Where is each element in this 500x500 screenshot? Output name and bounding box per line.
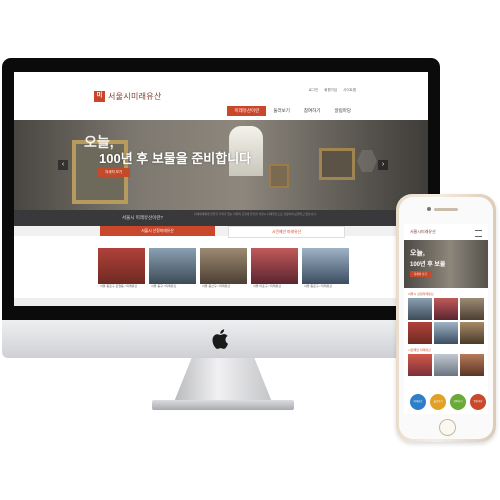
mobile-hero-title1: 오늘, bbox=[410, 250, 425, 257]
join-link[interactable]: 회원가입 bbox=[324, 88, 337, 92]
mobile-section-title: 시민제안 미래유산 bbox=[408, 348, 431, 352]
mobile-card-row bbox=[408, 298, 484, 320]
nav-item-participate[interactable]: 참여하기 bbox=[297, 106, 328, 116]
imac-base bbox=[152, 400, 294, 410]
slider-pagination bbox=[214, 200, 229, 210]
mobile-card[interactable] bbox=[460, 354, 484, 376]
nav-item-notice[interactable]: 알림마당 bbox=[327, 106, 358, 116]
tab-selected-heritage[interactable]: 서울시 선정미래유산 bbox=[100, 226, 215, 236]
nav-item-browse[interactable]: 둘러보기 bbox=[266, 106, 297, 116]
mobile-header: 서울시미래유산 bbox=[404, 224, 488, 241]
footer-band bbox=[14, 298, 428, 306]
iphone-front: 서울시미래유산 오늘, 100년 후 보물 자세히 보기 서울시 선정미래유산 … bbox=[399, 197, 493, 439]
speaker-grille bbox=[434, 208, 458, 211]
heritage-card[interactable]: 서울 종로구 / 미래유산 bbox=[302, 248, 349, 296]
mobile-card[interactable] bbox=[434, 354, 458, 376]
imac-stand bbox=[174, 358, 272, 402]
login-link[interactable]: 로그인 bbox=[309, 88, 319, 92]
mobile-card-row bbox=[408, 354, 484, 376]
mobile-card[interactable] bbox=[434, 322, 458, 344]
card-image bbox=[302, 248, 349, 284]
card-image bbox=[98, 248, 145, 284]
nav-item-about[interactable]: 미래유산이란 bbox=[227, 106, 267, 116]
iphone-screen: 서울시미래유산 오늘, 100년 후 보물 자세히 보기 서울시 선정미래유산 … bbox=[404, 224, 488, 414]
mobile-card[interactable] bbox=[408, 298, 432, 320]
card-image bbox=[200, 248, 247, 284]
tab-bar: 서울시 선정미래유산 시민제안 미래유산 bbox=[14, 226, 428, 238]
mobile-card[interactable] bbox=[460, 298, 484, 320]
imac-mockup: 미 서울시미래유산 로그인 회원가입 사이트맵 미래유산이란 둘러보기 참여하기… bbox=[2, 58, 440, 414]
card-caption: 서울 마포구 / 미래유산 bbox=[253, 284, 282, 288]
hero-picture-frame bbox=[319, 148, 355, 180]
hero-picture-frame bbox=[269, 164, 289, 188]
info-body: 미래세대에게 전달할 가치가 있는 서울의 근현대 유산을 서울시 미래유산으로… bbox=[194, 212, 317, 216]
mobile-card[interactable] bbox=[408, 322, 432, 344]
imac-screen: 미 서울시미래유산 로그인 회원가입 사이트맵 미래유산이란 둘러보기 참여하기… bbox=[14, 72, 428, 306]
mobile-logo[interactable]: 서울시미래유산 bbox=[410, 229, 436, 235]
hamburger-menu-icon[interactable] bbox=[475, 230, 482, 237]
imac-bezel: 미 서울시미래유산 로그인 회원가입 사이트맵 미래유산이란 둘러보기 참여하기… bbox=[2, 58, 440, 320]
card-image bbox=[251, 248, 298, 284]
hero-more-button[interactable]: 자세히 보기 bbox=[97, 168, 131, 177]
card-caption: 서울 용산구 / 미래유산 bbox=[202, 284, 231, 288]
mobile-quick-menu: 미래유산 둘러보기 참여하기 알림마당 bbox=[410, 394, 486, 410]
hero-title-line2: 100년 후 보물을 준비합니다 bbox=[99, 151, 252, 166]
quick-menu-participate[interactable]: 참여하기 bbox=[450, 394, 466, 410]
mobile-hero-title2: 100년 후 보물 bbox=[410, 262, 446, 268]
quick-menu-heritage[interactable]: 미래유산 bbox=[410, 394, 426, 410]
info-strip: 서울시 미래유산이란? 미래세대에게 전달할 가치가 있는 서울의 근현대 유산… bbox=[14, 210, 428, 226]
site-header: 미 서울시미래유산 로그인 회원가입 사이트맵 미래유산이란 둘러보기 참여하기… bbox=[14, 72, 428, 120]
heritage-card-list: 서울 종로구 관철동 / 미래유산 서울 중구 / 미래유산 서울 용산구 / … bbox=[98, 248, 349, 296]
hero-slider: 오늘, 100년 후 보물을 준비합니다 자세히 보기 ‹ › bbox=[14, 120, 428, 210]
mobile-card[interactable] bbox=[434, 298, 458, 320]
sitemap-link[interactable]: 사이트맵 bbox=[343, 88, 356, 92]
heritage-card[interactable]: 서울 중구 / 미래유산 bbox=[149, 248, 196, 296]
hero-hexagon-decoration bbox=[357, 150, 377, 172]
mobile-card[interactable] bbox=[408, 354, 432, 376]
mobile-card[interactable] bbox=[460, 322, 484, 344]
heritage-card[interactable]: 서울 마포구 / 미래유산 bbox=[251, 248, 298, 296]
info-lead: 서울시 미래유산이란? bbox=[122, 215, 164, 220]
card-caption: 서울 중구 / 미래유산 bbox=[151, 284, 177, 288]
logo-icon[interactable]: 미 bbox=[94, 91, 105, 102]
home-button[interactable] bbox=[439, 419, 456, 436]
mobile-hero-button[interactable]: 자세히 보기 bbox=[410, 271, 431, 277]
tab-citizen-heritage[interactable]: 시민제안 미래유산 bbox=[228, 226, 345, 238]
card-image bbox=[149, 248, 196, 284]
quick-menu-browse[interactable]: 둘러보기 bbox=[430, 394, 446, 410]
mobile-hero: 오늘, 100년 후 보물 자세히 보기 bbox=[404, 240, 488, 288]
site-logo[interactable]: 서울시미래유산 bbox=[108, 91, 162, 102]
slider-next-icon[interactable]: › bbox=[378, 160, 388, 170]
utility-links: 로그인 회원가입 사이트맵 bbox=[304, 88, 356, 93]
iphone-mockup: 서울시미래유산 오늘, 100년 후 보물 자세히 보기 서울시 선정미래유산 … bbox=[396, 194, 496, 442]
global-nav: 미래유산이란 둘러보기 참여하기 알림마당 bbox=[227, 106, 358, 116]
card-caption: 서울 종로구 / 미래유산 bbox=[304, 284, 333, 288]
quick-menu-notice[interactable]: 알림마당 bbox=[470, 394, 486, 410]
heritage-card[interactable]: 서울 종로구 관철동 / 미래유산 bbox=[98, 248, 145, 296]
mobile-section-title: 서울시 선정미래유산 bbox=[408, 292, 434, 296]
slider-prev-icon[interactable]: ‹ bbox=[58, 160, 68, 170]
mobile-card-row bbox=[408, 322, 484, 344]
camera-icon bbox=[427, 207, 431, 211]
card-caption: 서울 종로구 관철동 / 미래유산 bbox=[100, 284, 138, 288]
heritage-card[interactable]: 서울 용산구 / 미래유산 bbox=[200, 248, 247, 296]
apple-icon bbox=[212, 329, 228, 349]
